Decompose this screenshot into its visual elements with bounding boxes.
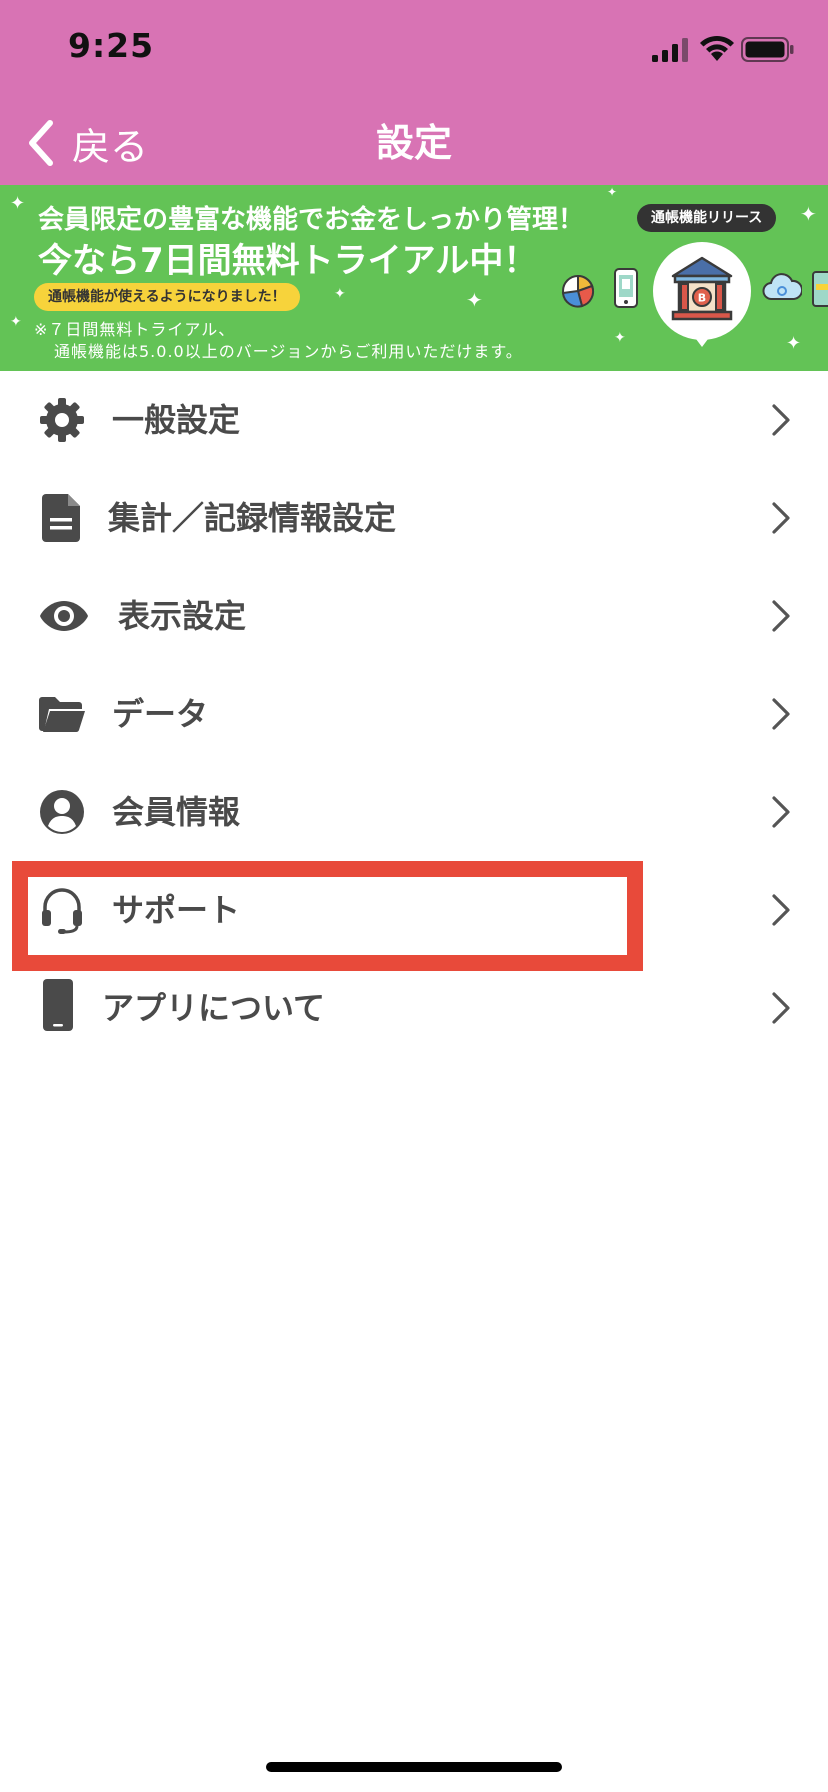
cloud-icon (762, 273, 802, 300)
settings-item-general[interactable]: 一般設定 (0, 371, 828, 469)
settings-screen: 9:25 戻る 設定 ✦ ✦ ✦ ✦ ✦ ✦ ✦ ✦ 会員限定の豊富な機能でお金… (0, 0, 828, 1792)
home-indicator[interactable] (266, 1762, 562, 1772)
settings-item-label: 一般設定 (112, 401, 241, 439)
sparkle-icon: ✦ (10, 314, 22, 330)
pie-chart-icon (561, 274, 595, 308)
sparkle-icon: ✦ (607, 185, 618, 199)
sparkle-icon: ✦ (800, 202, 817, 226)
settings-item-display[interactable]: 表示設定 (0, 567, 828, 665)
settings-item-label: 会員情報 (112, 793, 241, 831)
chevron-right-icon (772, 600, 790, 632)
header: 9:25 戻る 設定 (0, 0, 828, 185)
settings-item-label: 集計／記録情報設定 (108, 499, 397, 537)
settings-item-about[interactable]: アプリについて (0, 959, 828, 1057)
status-bar: 9:25 (0, 0, 828, 100)
settings-item-label: サポート (112, 891, 241, 929)
sparkle-icon: ✦ (786, 333, 802, 354)
card-icon (812, 271, 828, 307)
chevron-right-icon (772, 502, 790, 534)
bank-badge-tail (693, 335, 711, 347)
settings-item-label: アプリについて (102, 989, 326, 1027)
user-circle-icon (36, 788, 88, 836)
release-badge: 通帳機能リリース (637, 204, 777, 232)
sparkle-icon: ✦ (334, 286, 346, 302)
settings-list: 一般設定 集計／記録情報設定 表示設定 データ 会員情報 サポート アプリについ… (0, 371, 828, 1057)
settings-item-support[interactable]: サポート (0, 861, 828, 971)
banner-pill: 通帳機能が使えるようになりました！ (34, 283, 300, 311)
chevron-right-icon (772, 796, 790, 828)
page-title: 設定 (375, 121, 452, 165)
wifi-icon (700, 35, 734, 61)
navigation-bar: 戻る 設定 (0, 100, 828, 185)
battery-icon (741, 37, 794, 62)
settings-item-data[interactable]: データ (0, 665, 828, 763)
promo-banner[interactable]: ✦ ✦ ✦ ✦ ✦ ✦ ✦ ✦ 会員限定の豊富な機能でお金をしっかり管理！ 今な… (0, 185, 828, 371)
settings-item-member[interactable]: 会員情報 (0, 763, 828, 861)
smartphone-icon (36, 979, 80, 1031)
chevron-right-icon (772, 698, 790, 730)
banner-note: 通帳機能は5.0.0以上のバージョンからご利用いただけます。 (54, 342, 523, 361)
settings-item-label: データ (112, 695, 209, 733)
banner-headline: 会員限定の豊富な機能でお金をしっかり管理！ (38, 205, 585, 235)
settings-item-aggregation[interactable]: 集計／記録情報設定 (0, 469, 828, 567)
gear-icon (36, 396, 88, 444)
chevron-right-icon (772, 992, 790, 1024)
cellular-signal-icon (652, 38, 688, 62)
sparkle-icon: ✦ (466, 288, 483, 312)
banner-subheadline: 今なら7日間無料トライアル中！ (38, 241, 538, 281)
highlight-box (12, 861, 643, 971)
headset-icon (36, 886, 88, 934)
status-time: 9:25 (68, 26, 155, 65)
settings-item-label: 表示設定 (118, 597, 247, 635)
banner-note: ※７日間無料トライアル、 (34, 320, 236, 339)
bank-icon: B (671, 256, 733, 321)
sparkle-icon: ✦ (614, 330, 626, 346)
eye-icon (36, 592, 92, 640)
chevron-right-icon (772, 404, 790, 436)
folder-icon (36, 690, 88, 738)
document-icon (36, 494, 88, 542)
chevron-right-icon (772, 894, 790, 926)
bank-letter: B (698, 292, 706, 305)
phone-icon (614, 268, 638, 308)
sparkle-icon: ✦ (10, 193, 26, 214)
